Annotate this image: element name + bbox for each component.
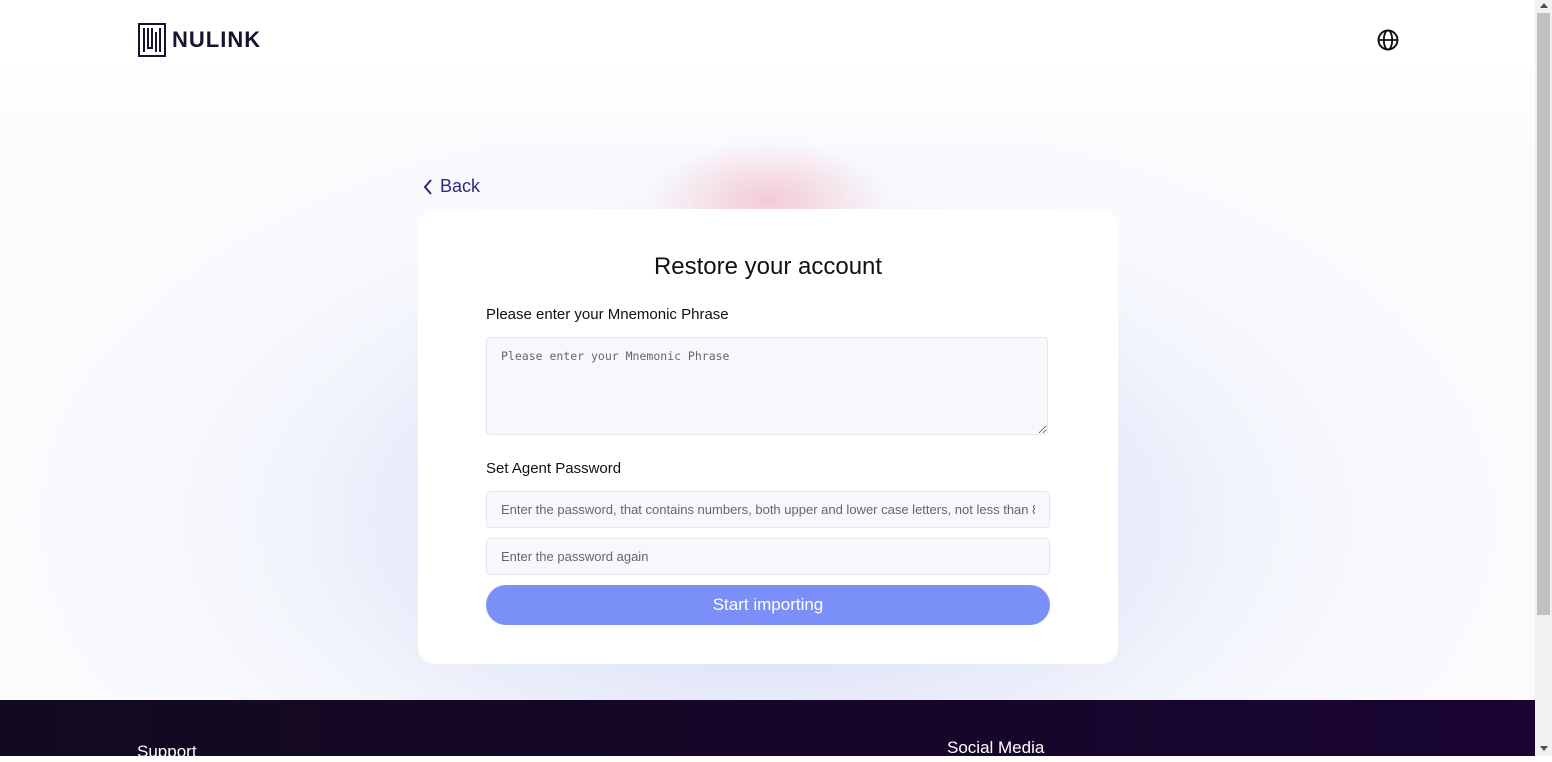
scrollbar-thumb[interactable] (1537, 13, 1550, 615)
restore-account-card: Restore your account Please enter your M… (418, 209, 1118, 664)
logo-text: NULINK (172, 27, 262, 52)
page-title: Restore your account (653, 253, 883, 280)
scroll-up-arrow-icon[interactable] (1540, 3, 1548, 8)
nulink-logo-icon (138, 23, 166, 57)
back-label: Back (440, 176, 481, 196)
confirm-password-input[interactable] (486, 538, 1050, 575)
password-label: Set Agent Password (486, 460, 622, 477)
password-input[interactable] (486, 491, 1050, 528)
support-heading: Support (137, 742, 197, 761)
nulink-logo[interactable]: NULINK (138, 23, 261, 57)
social-media-heading: Social Media (947, 738, 1045, 757)
chevron-left-icon (423, 178, 432, 195)
footer: Support Social Media (0, 700, 1535, 761)
language-button[interactable] (1376, 28, 1400, 52)
globe-icon (1377, 29, 1399, 51)
mnemonic-input[interactable] (486, 337, 1048, 435)
mnemonic-label: Please enter your Mnemonic Phrase (486, 306, 729, 323)
start-importing-button[interactable]: Start importing (486, 585, 1050, 625)
scroll-down-arrow-icon[interactable] (1540, 746, 1548, 751)
back-link[interactable]: Back (422, 176, 480, 197)
